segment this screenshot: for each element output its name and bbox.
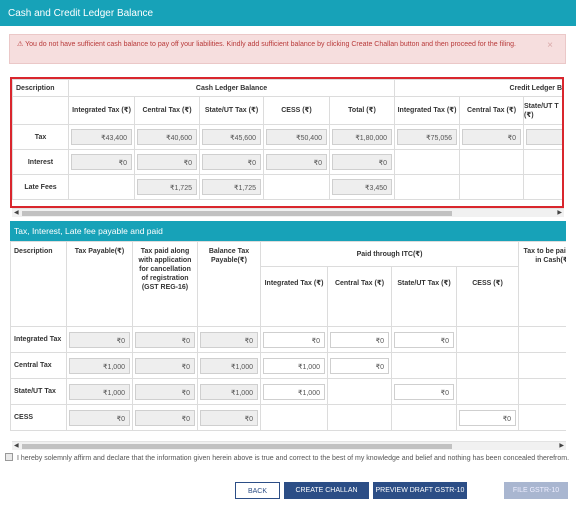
itc-state-ut-input[interactable]: ₹0 <box>394 383 454 400</box>
insufficient-balance-alert: ⚠ You do not have sufficient cash balanc… <box>9 34 566 64</box>
close-icon[interactable]: × <box>547 41 553 51</box>
table-row: Interest ₹0 ₹0 ₹0 ₹0 ₹0 <box>12 149 562 175</box>
col-itc-central-tax: Central Tax (₹) <box>327 266 392 327</box>
ledger-balance-panel: Description Cash Ledger Balance Credit L… <box>10 77 564 208</box>
ledger-horizontal-scrollbar[interactable]: ◀ ▶ <box>12 208 564 217</box>
col-description: Description <box>12 79 69 97</box>
scroll-right-icon[interactable]: ▶ <box>559 442 564 451</box>
itc-central-input[interactable]: ₹0 <box>330 357 389 374</box>
itc-state-ut-input[interactable]: ₹0 <box>394 331 454 348</box>
preview-draft-button[interactable]: PREVIEW DRAFT GSTR-10 <box>373 482 467 499</box>
tax-payable-value: ₹1,000 <box>69 357 130 374</box>
scroll-left-icon[interactable]: ◀ <box>14 209 19 218</box>
balance-tax-value: ₹1,000 <box>200 357 258 374</box>
table-row: State/UT Tax ₹1,000 ₹0 ₹1,000 ₹1,000 ₹0 <box>10 378 566 405</box>
col-tax-payable: Tax Payable(₹) <box>66 241 133 327</box>
cash-central-tax: ₹0 <box>137 154 197 170</box>
cash-central-tax: ₹1,725 <box>137 179 197 195</box>
row-label: Interest <box>12 149 69 175</box>
scrollbar-thumb[interactable] <box>22 211 452 216</box>
tax-paid-app-value: ₹0 <box>135 331 195 348</box>
col-credit-integrated-tax: Integrated Tax (₹) <box>394 96 461 125</box>
credit-ledger-header: Credit Ledger B <box>394 79 562 97</box>
table-row: CESS ₹0 ₹0 ₹0 ₹0 <box>10 404 566 431</box>
itc-integrated-input[interactable]: ₹0 <box>263 331 325 348</box>
table-row: Integrated Tax ₹0 ₹0 ₹0 ₹0 ₹0 ₹0 <box>10 326 566 353</box>
credit-state-ut-tax <box>526 129 562 145</box>
itc-integrated-input[interactable]: ₹1,000 <box>263 383 325 400</box>
credit-central-tax: ₹0 <box>462 129 522 145</box>
ledger-balance-table: Description Cash Ledger Balance Credit L… <box>12 79 562 200</box>
declaration: I hereby solemnly affirm and declare tha… <box>5 453 573 464</box>
itc-central-input[interactable]: ₹0 <box>330 331 389 348</box>
section-header: Tax, Interest, Late fee payable and paid <box>10 221 566 241</box>
col-description: Description <box>10 241 67 327</box>
row-label: Central Tax <box>10 352 67 379</box>
payable-horizontal-scrollbar[interactable]: ◀ ▶ <box>12 441 566 450</box>
col-central-tax: Central Tax (₹) <box>134 96 200 125</box>
tax-paid-app-value: ₹0 <box>135 409 195 426</box>
row-label: Late Fees <box>12 174 69 200</box>
section-title: Tax, Interest, Late fee payable and paid <box>14 226 163 236</box>
tax-payable-value: ₹0 <box>69 409 130 426</box>
tax-paid-app-value: ₹0 <box>135 383 195 400</box>
col-cess: CESS (₹) <box>263 96 330 125</box>
scroll-left-icon[interactable]: ◀ <box>14 442 19 451</box>
cash-cess: ₹50,400 <box>266 129 327 145</box>
col-itc-state-ut-tax: State/UT Tax (₹) <box>391 266 457 327</box>
row-label: State/UT Tax <box>10 378 67 405</box>
tax-payable-value: ₹1,000 <box>69 383 130 400</box>
cash-integrated-tax: ₹43,400 <box>71 129 132 145</box>
col-total: Total (₹) <box>328 96 396 125</box>
col-state-ut-tax: State/UT Tax (₹) <box>199 96 264 125</box>
cash-cess: ₹0 <box>266 154 327 170</box>
payable-paid-table: Description Tax Payable(₹) Tax paid alon… <box>10 241 566 431</box>
file-gstr10-button[interactable]: FILE GSTR-10 <box>504 482 568 499</box>
tax-paid-app-value: ₹0 <box>135 357 195 374</box>
credit-integrated-tax: ₹75,056 <box>397 129 458 145</box>
cash-central-tax: ₹40,600 <box>137 129 197 145</box>
table-row: Late Fees ₹1,725 ₹1,725 ₹3,450 <box>12 174 562 200</box>
cash-state-ut-tax: ₹0 <box>202 154 261 170</box>
col-credit-state-ut-tax: State/UT T (₹) <box>523 96 562 125</box>
scrollbar-thumb[interactable] <box>22 444 452 449</box>
cash-integrated-tax: ₹0 <box>71 154 132 170</box>
balance-tax-value: ₹1,000 <box>200 383 258 400</box>
col-integrated-tax: Integrated Tax (₹) <box>68 96 135 125</box>
warning-icon: ⚠ <box>17 41 24 48</box>
balance-tax-value: ₹0 <box>200 409 258 426</box>
create-challan-button[interactable]: CREATE CHALLAN <box>284 482 369 499</box>
declaration-text: I hereby solemnly affirm and declare tha… <box>17 455 570 462</box>
tax-payable-value: ₹0 <box>69 331 130 348</box>
page-header: Cash and Credit Ledger Balance <box>0 0 576 26</box>
cash-state-ut-tax: ₹45,600 <box>202 129 261 145</box>
alert-message: You do not have sufficient cash balance … <box>25 41 516 48</box>
table-row: Tax ₹43,400 ₹40,600 ₹45,600 ₹50,400 ₹1,8… <box>12 124 562 150</box>
declaration-checkbox[interactable] <box>5 453 13 461</box>
row-label: CESS <box>10 404 67 431</box>
col-balance-tax-payable: Balance Tax Payable(₹) <box>197 241 261 327</box>
itc-integrated-input[interactable]: ₹1,000 <box>263 357 325 374</box>
balance-tax-value: ₹0 <box>200 331 258 348</box>
row-label: Tax <box>12 124 69 150</box>
page-title: Cash and Credit Ledger Balance <box>8 8 154 19</box>
col-tax-paid-cash: Tax to be paid in Cash(₹) <box>518 241 566 327</box>
payable-paid-panel: Description Tax Payable(₹) Tax paid alon… <box>10 241 566 434</box>
row-label: Integrated Tax <box>10 326 67 353</box>
col-itc-cess: CESS (₹) <box>455 266 520 327</box>
col-itc-integrated-tax: Integrated Tax (₹) <box>260 266 328 327</box>
cash-state-ut-tax: ₹1,725 <box>202 179 261 195</box>
col-tax-paid-application: Tax paid along with application for canc… <box>132 241 198 327</box>
back-button[interactable]: BACK <box>235 482 280 499</box>
col-credit-central-tax: Central Tax (₹) <box>459 96 525 125</box>
scroll-right-icon[interactable]: ▶ <box>557 209 562 218</box>
col-paid-through-itc: Paid through ITC(₹) <box>259 241 520 267</box>
cash-total: ₹0 <box>332 154 393 170</box>
table-row: Central Tax ₹1,000 ₹0 ₹1,000 ₹1,000 ₹0 <box>10 352 566 379</box>
cash-ledger-header: Cash Ledger Balance <box>67 79 396 97</box>
cash-total: ₹1,80,000 <box>332 129 393 145</box>
cash-total: ₹3,450 <box>332 179 393 195</box>
itc-cess-input[interactable]: ₹0 <box>459 409 517 426</box>
